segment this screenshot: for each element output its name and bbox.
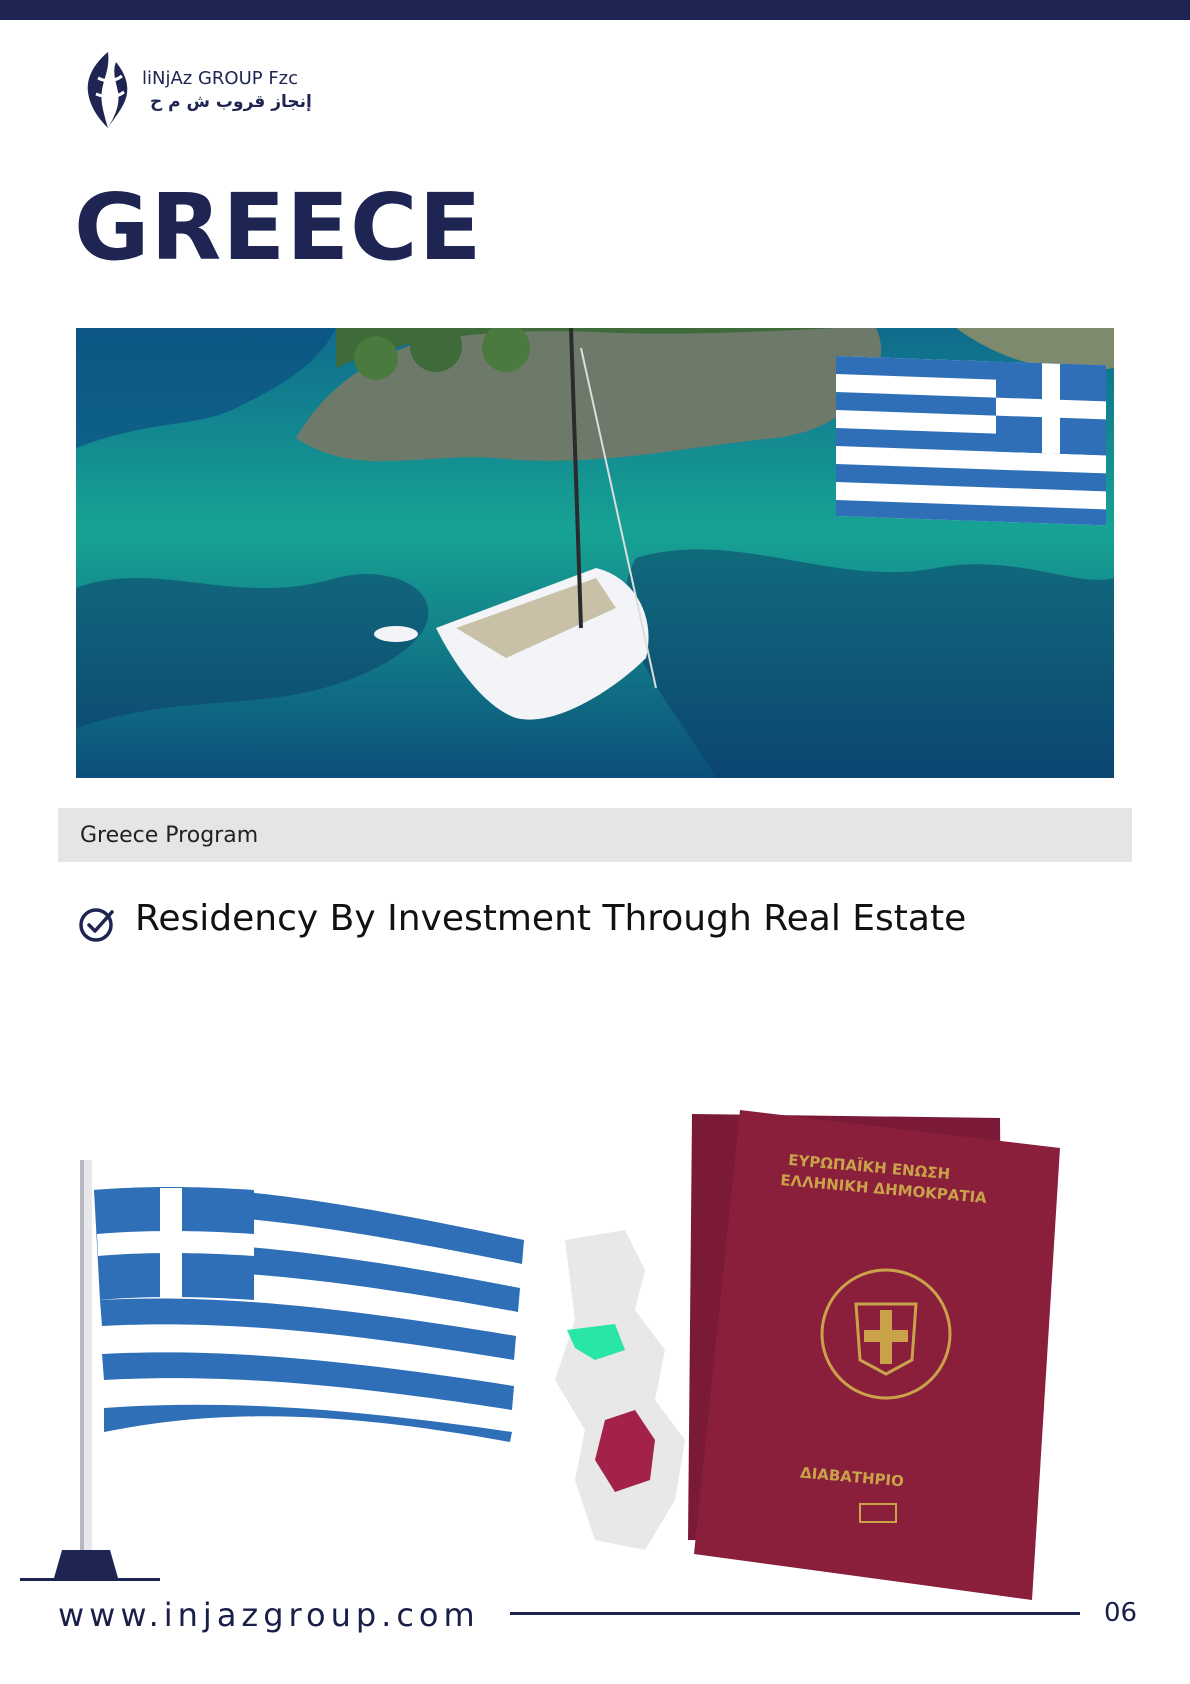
passport-illustration: ΕΥΡΩΠΑΪΚΗ ΕΝΩΣΗ ΕΛΛΗΝΙΚΗ ΔΗΜΟΚΡΑΤΙΑ ΔΙΑΒ… xyxy=(680,1104,1080,1604)
brand-logo: liNjAz GROUP Fzc إنجاز قروب ش م ح xyxy=(78,48,318,132)
flag-pole-illustration xyxy=(14,1160,554,1590)
brand-name-ar: إنجاز قروب ش م ح xyxy=(150,92,312,112)
check-circle-icon xyxy=(78,904,118,944)
page-number: 06 xyxy=(1104,1598,1138,1628)
footer-url[interactable]: www.injazgroup.com xyxy=(58,1596,480,1634)
footer-divider xyxy=(510,1612,1080,1615)
brand-name-en: liNjAz GROUP Fzc xyxy=(142,68,299,89)
program-label: Greece Program xyxy=(80,823,259,848)
page-title: GREECE xyxy=(74,174,483,281)
logo-mark-icon xyxy=(87,52,128,128)
hero-image xyxy=(76,328,1114,778)
program-bar: Greece Program xyxy=(58,808,1132,862)
top-bar xyxy=(0,0,1190,20)
bullet-item: Residency By Investment Through Real Est… xyxy=(135,898,967,939)
